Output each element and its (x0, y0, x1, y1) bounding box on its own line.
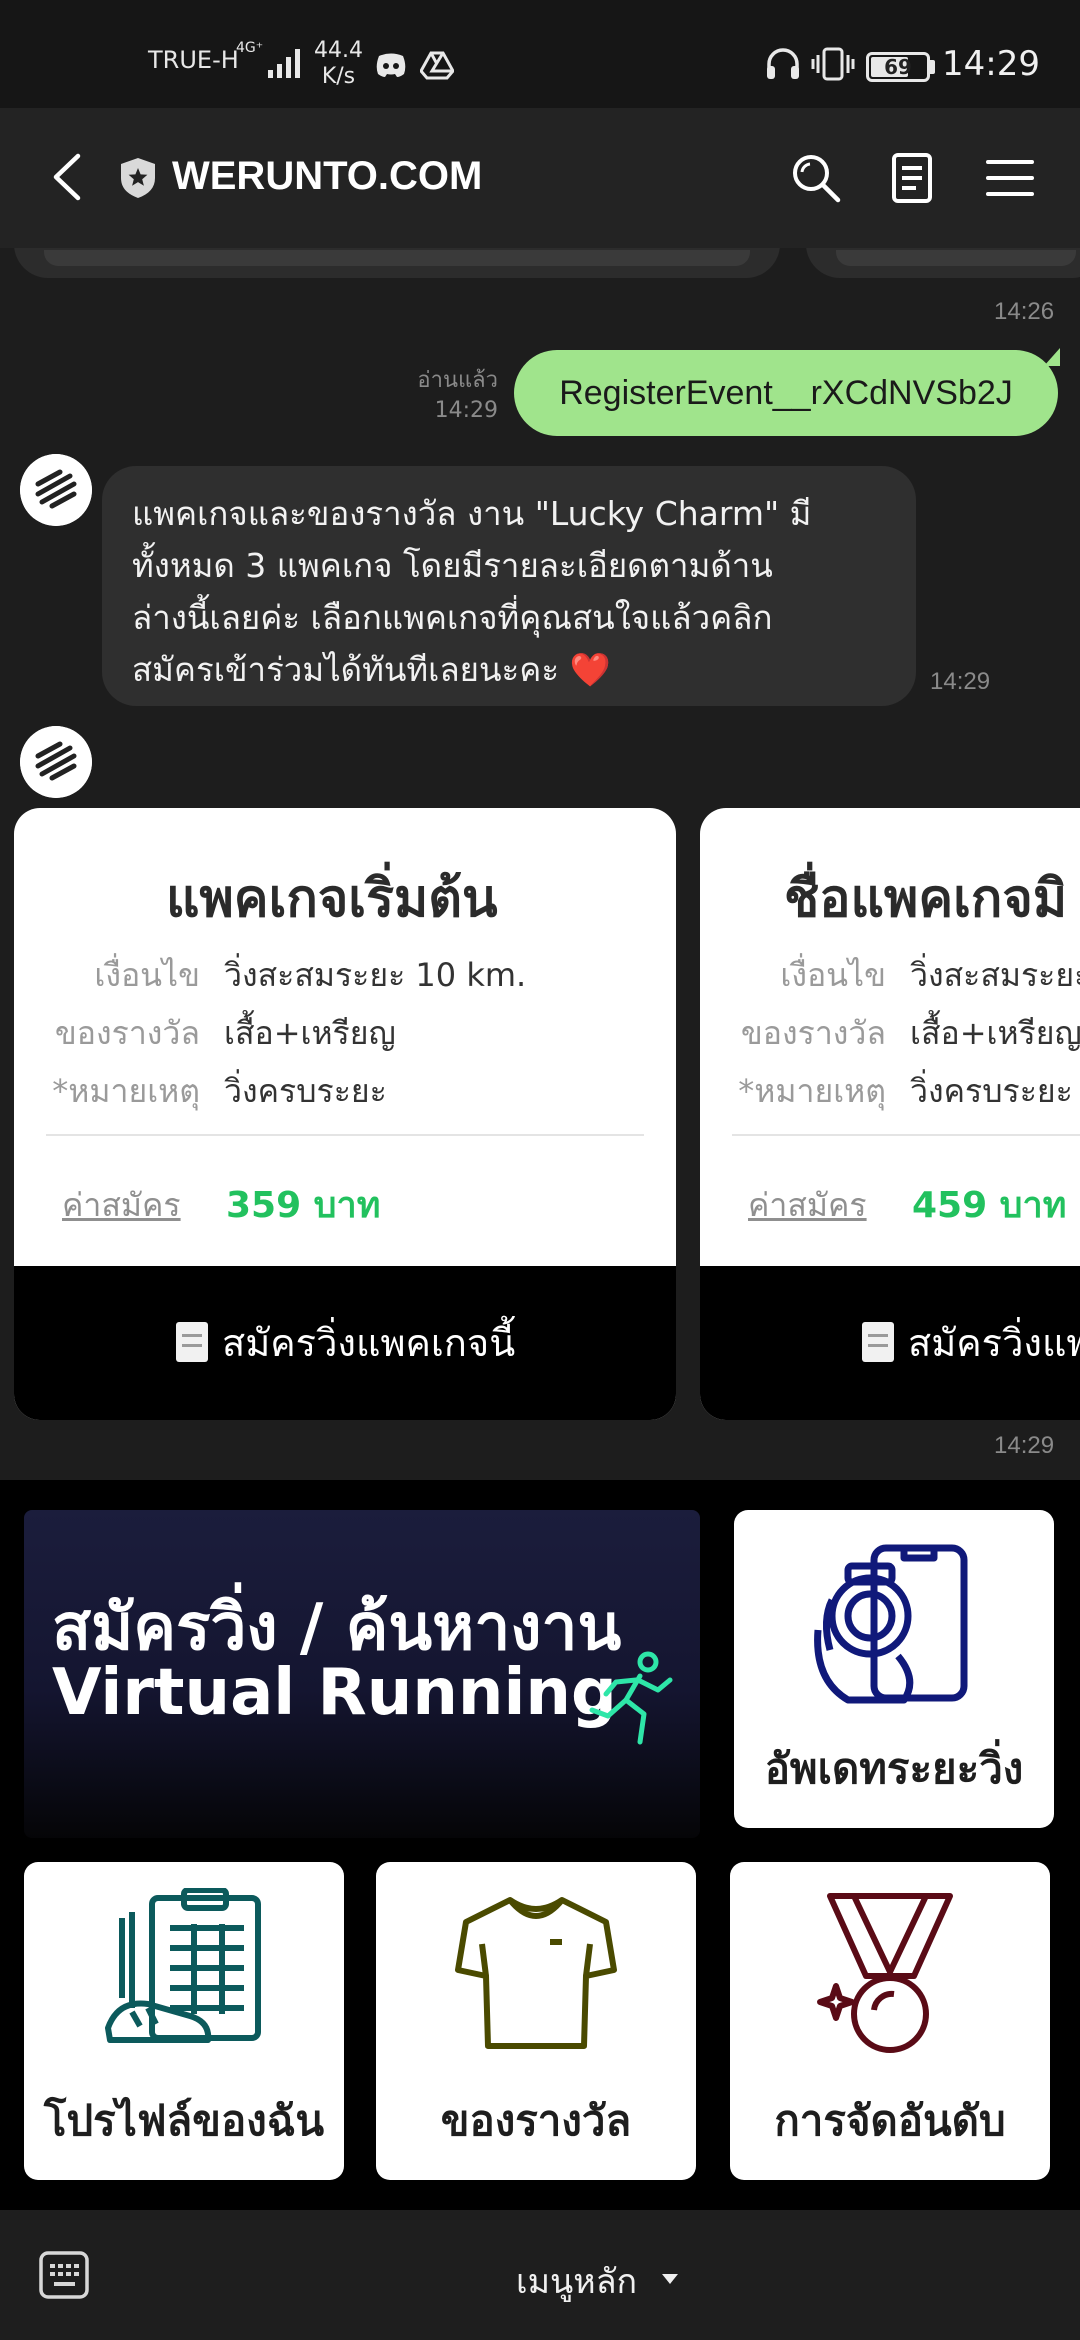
rewards-label: ของรางวัล (440, 2096, 632, 2145)
package-card[interactable]: แพคเกจเริ่มต้น เงื่อนไข วิ่งสะสมระยะ 10 … (14, 808, 676, 1420)
shirt-icon (455, 1897, 617, 2049)
discord-icon (376, 53, 406, 77)
network-speed-unit: K/s (321, 64, 356, 89)
package-title: แพคเกจเริ่มต้น (166, 869, 498, 929)
back-icon[interactable] (46, 152, 90, 202)
message-timestamp: 14:29 (994, 1432, 1055, 1459)
battery-level: 69 (884, 55, 912, 79)
outgoing-message[interactable]: RegisterEvent__rXCdNVSb2J (514, 350, 1058, 436)
previous-card[interactable] (806, 248, 1080, 278)
main-menu-toggle[interactable]: เมนูหลัก (516, 2254, 637, 2308)
fee-value: 359 บาท (226, 1185, 381, 1226)
reward-value: เสื้อ+เหรียญ (910, 1014, 1080, 1052)
bot-avatar[interactable] (20, 726, 92, 798)
register-package-label: สมัครวิ่งแพ (908, 1321, 1080, 1365)
battery-nub (930, 60, 935, 74)
vibrate-icon (811, 47, 855, 81)
medal-icon (817, 1893, 953, 2053)
condition-label: เงื่อนไข (94, 956, 200, 994)
menu-icon[interactable] (982, 150, 1038, 206)
condition-value: วิ่งสะสมระยะ (910, 956, 1080, 994)
update-distance-label: อัพเดทระยะวิ่ง (764, 1744, 1024, 1793)
rewards-tile[interactable]: ของรางวัล (376, 1862, 696, 2180)
fee-label[interactable]: ค่าสมัคร (62, 1180, 181, 1231)
reward-value: เสื้อ+เหรียญ (224, 1014, 396, 1052)
signal-icon (268, 49, 300, 78)
profile-clipboard-icon (105, 1888, 261, 2043)
ranking-tile[interactable]: การจัดอันดับ (730, 1862, 1050, 2180)
read-label: อ่านแล้ว (417, 368, 498, 393)
chat-title: WERUNTO.COM (172, 154, 483, 198)
runner-icon (589, 1651, 673, 1745)
fee-label[interactable]: ค่าสมัคร (748, 1180, 867, 1231)
fee-value: 459 บาท (912, 1185, 1067, 1226)
note-value: วิ่งครบระยะ (224, 1072, 387, 1110)
note-label: *หมายเหตุ (738, 1072, 886, 1110)
verified-shield-icon (121, 158, 155, 198)
package-title: ชื่อแพคเกจมิ (784, 869, 1068, 929)
network-speed-value: 44.4 (314, 38, 363, 63)
chat-header: WERUNTO.COM (0, 108, 1080, 248)
update-distance-tile[interactable]: อัพเดทระยะวิ่ง (734, 1510, 1054, 1828)
document-icon (176, 1322, 208, 1362)
my-profile-label: โปรไฟล์ของฉัน (43, 2096, 325, 2145)
note-label: *หมายเหตุ (52, 1072, 200, 1110)
rich-menu: สมัครวิ่ง / ค้นหางาน Virtual Running อัพ… (0, 1480, 1080, 2210)
reward-label: ของรางวัล (740, 1014, 886, 1052)
caret-down-icon[interactable] (662, 2274, 678, 2284)
network-speed: 44.4 K/s (314, 38, 363, 90)
battery-icon: 69 (866, 52, 930, 82)
condition-value: วิ่งสะสมระยะ 10 km. (224, 956, 527, 994)
carrier-label: TRUE-H (148, 46, 239, 74)
bottom-bar: เมนูหลัก (0, 2210, 1080, 2340)
update-distance-icon (814, 1544, 968, 1704)
note-value: วิ่งครบระยะ (910, 1072, 1073, 1110)
banner-line-2: Virtual Running (52, 1656, 617, 1730)
divider (46, 1134, 644, 1136)
incoming-message[interactable]: แพคเกจและของรางวัล งาน "Lucky Charm" มี … (102, 466, 916, 706)
ranking-label: การจัดอันดับ (774, 2096, 1006, 2145)
register-search-banner[interactable]: สมัครวิ่ง / ค้นหางาน Virtual Running (24, 1510, 700, 1838)
notes-icon[interactable] (884, 150, 940, 206)
previous-card-footer (44, 250, 750, 266)
headphones-icon (767, 48, 799, 79)
register-package-button[interactable]: สมัครวิ่งแพ (700, 1266, 1080, 1420)
register-package-label: สมัครวิ่งแพคเกจนี้ (222, 1321, 516, 1365)
message-timestamp: 14:29 (930, 668, 991, 695)
network-type: 4G⁺ (236, 40, 264, 56)
read-time: 14:29 (434, 398, 498, 423)
register-package-button[interactable]: สมัครวิ่งแพคเกจนี้ (14, 1266, 676, 1420)
document-icon (862, 1322, 894, 1362)
chat-area[interactable]: 14:26 อ่านแล้ว 14:29 RegisterEvent__rXCd… (0, 248, 1080, 1480)
status-bar: TRUE-H 4G⁺ 44.4 K/s 69 14:29 (0, 0, 1080, 108)
keyboard-icon[interactable] (38, 2250, 90, 2300)
message-timestamp: 14:26 (994, 298, 1055, 325)
package-card[interactable]: ชื่อแพคเกจมิ เงื่อนไข วิ่งสะสมระยะ ของรา… (700, 808, 1080, 1420)
bot-avatar[interactable] (20, 454, 92, 526)
condition-label: เงื่อนไข (780, 956, 886, 994)
status-time: 14:29 (942, 44, 1040, 84)
drive-icon (420, 51, 454, 80)
previous-card-footer (836, 250, 1076, 266)
search-icon[interactable] (788, 150, 844, 206)
divider (732, 1134, 1080, 1136)
previous-card[interactable] (14, 248, 780, 278)
my-profile-tile[interactable]: โปรไฟล์ของฉัน (24, 1862, 344, 2180)
reward-label: ของรางวัล (54, 1014, 200, 1052)
read-receipt: อ่านแล้ว 14:29 (417, 366, 498, 426)
